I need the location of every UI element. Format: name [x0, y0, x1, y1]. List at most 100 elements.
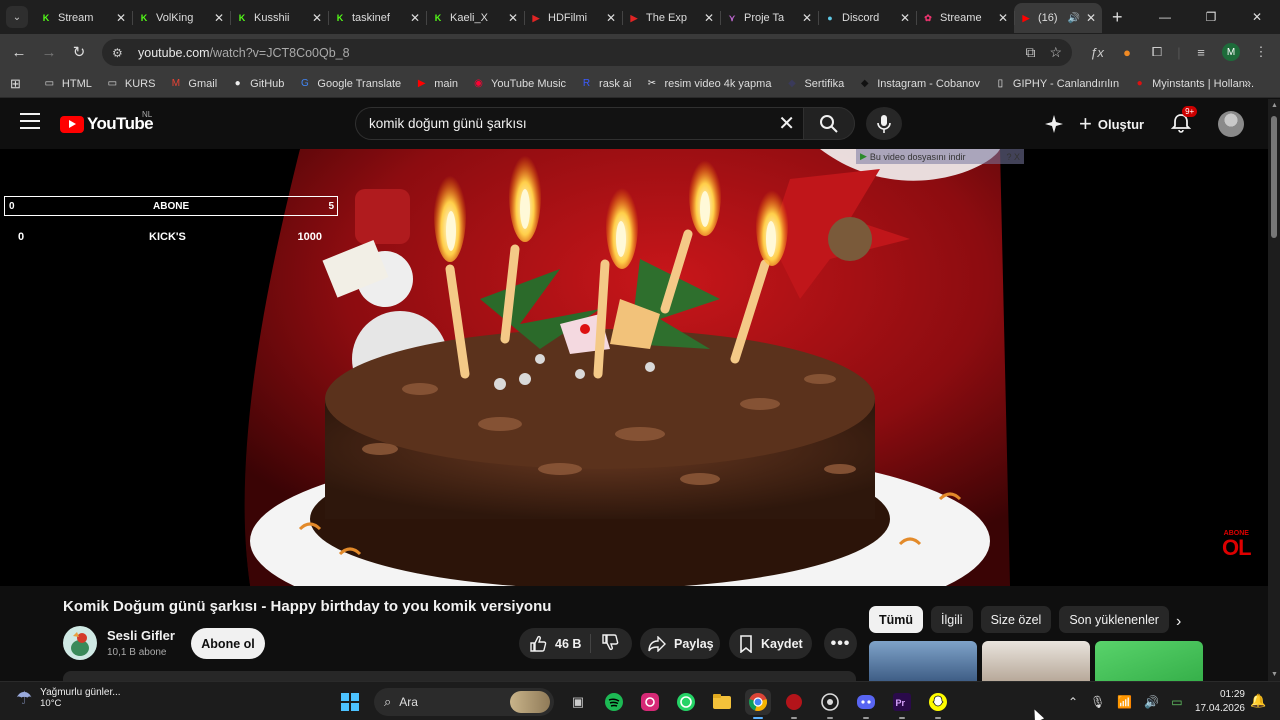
- scroll-up-icon[interactable]: ▲: [1271, 102, 1278, 109]
- browser-tab[interactable]: ● Discord ✕: [818, 3, 916, 33]
- download-bar-controls[interactable]: ? X: [1006, 152, 1020, 162]
- close-tab-icon[interactable]: ✕: [704, 11, 714, 25]
- filter-chip[interactable]: İlgili: [931, 606, 973, 633]
- spotify-icon[interactable]: [601, 689, 627, 715]
- download-video-bar[interactable]: ▶ Bu video dosyasını indir ? X: [856, 149, 1024, 164]
- back-button[interactable]: ←: [4, 44, 34, 61]
- video-player[interactable]: 0 ABONE 5 0 KICK'S 1000 ▶ Bu video dosya…: [0, 149, 1268, 586]
- extension-fx-icon[interactable]: ƒx: [1082, 45, 1112, 60]
- tab-search-button[interactable]: ⌄: [6, 6, 28, 28]
- related-video-thumbnail[interactable]: [982, 641, 1090, 681]
- microphone-tray-icon[interactable]: 🎙: [1090, 695, 1105, 709]
- close-tab-icon[interactable]: ✕: [998, 11, 1008, 25]
- close-tab-icon[interactable]: ✕: [410, 11, 420, 25]
- install-app-icon[interactable]: ⧉: [1025, 44, 1035, 61]
- filter-chip[interactable]: Size özel: [980, 606, 1052, 633]
- related-video-thumbnail[interactable]: [1095, 641, 1203, 681]
- channel-avatar[interactable]: [63, 626, 97, 660]
- bookmarks-overflow-icon[interactable]: »: [1244, 75, 1251, 90]
- youtube-logo[interactable]: YouTube NL: [60, 110, 154, 134]
- media-control-icon[interactable]: ≡: [1186, 45, 1216, 60]
- instagram-icon[interactable]: [637, 689, 663, 715]
- related-video-thumbnail[interactable]: [869, 641, 977, 681]
- subscribe-button[interactable]: Abone ol: [191, 628, 265, 659]
- taskbar-clock[interactable]: 01:29 17.04.2026: [1193, 688, 1245, 716]
- bookmark-item[interactable]: ◆ Instagram - Cobanov: [858, 77, 980, 90]
- speaker-icon[interactable]: 🔊: [1067, 13, 1079, 24]
- dislike-button[interactable]: [601, 633, 619, 654]
- share-button[interactable]: Paylaş: [640, 628, 720, 659]
- voice-search-button[interactable]: [866, 107, 902, 140]
- channel-name[interactable]: Sesli Gifler: [107, 628, 175, 643]
- bookmark-item[interactable]: G Google Translate: [298, 77, 401, 90]
- whatsapp-icon[interactable]: [673, 689, 699, 715]
- description-box[interactable]: [63, 671, 856, 681]
- bookmark-item[interactable]: ▭ KURS: [106, 77, 156, 90]
- bookmark-item[interactable]: ◆ Sertifika: [785, 77, 844, 90]
- apps-grid-icon[interactable]: ⊞: [10, 76, 21, 92]
- weather-widget[interactable]: ☂ Yağmurlu günler... 10°C: [16, 687, 121, 709]
- site-info-icon[interactable]: ⚙: [112, 46, 128, 60]
- like-button[interactable]: 46 B: [519, 634, 591, 653]
- close-tab-icon[interactable]: ✕: [606, 11, 616, 25]
- browser-tab[interactable]: K Kusshii ✕: [230, 3, 328, 33]
- task-view-icon[interactable]: ▣: [565, 689, 591, 715]
- ai-sparkle-icon[interactable]: [1043, 113, 1065, 135]
- address-url[interactable]: youtube.com/watch?v=JCT8Co0Qb_8: [138, 46, 350, 60]
- bookmark-star-icon[interactable]: ☆: [1049, 44, 1062, 61]
- filter-chip[interactable]: Tümü: [869, 606, 924, 633]
- browser-tab[interactable]: K Kaeli_X ✕: [426, 3, 524, 33]
- close-tab-icon[interactable]: ✕: [214, 11, 224, 25]
- reload-button[interactable]: ↻: [64, 43, 94, 61]
- close-tab-icon[interactable]: ✕: [508, 11, 518, 25]
- bookmark-item[interactable]: ✂ resim video 4k yapma: [645, 77, 772, 90]
- minimize-button[interactable]: —: [1142, 0, 1188, 34]
- chrome-icon[interactable]: [745, 689, 771, 719]
- notification-center-icon[interactable]: 🔔: [1250, 693, 1266, 709]
- discord-icon[interactable]: [853, 689, 879, 719]
- taskbar-search[interactable]: ⌕ Ara: [374, 688, 554, 716]
- more-actions-button[interactable]: •••: [824, 628, 857, 659]
- extension-orange-icon[interactable]: ●: [1112, 45, 1142, 60]
- browser-tab[interactable]: ▶ (16) 🔊 ✕: [1014, 3, 1102, 33]
- bookmark-item[interactable]: ◉ YouTube Music: [472, 77, 566, 90]
- close-tab-icon[interactable]: ✕: [116, 11, 126, 25]
- bookmark-item[interactable]: M Gmail: [169, 77, 217, 90]
- create-button[interactable]: + Oluştur: [1079, 111, 1144, 137]
- profile-avatar[interactable]: M: [1216, 43, 1246, 62]
- browser-tab[interactable]: Ktaskinef ✕: [328, 3, 426, 33]
- battery-icon[interactable]: ▭: [1171, 695, 1182, 709]
- scrollbar-thumb[interactable]: [1271, 116, 1277, 238]
- user-avatar[interactable]: [1218, 111, 1245, 137]
- close-tab-icon[interactable]: ✕: [802, 11, 812, 25]
- volume-icon[interactable]: 🔊: [1144, 695, 1159, 709]
- bookmark-item[interactable]: Rrask ai: [580, 77, 632, 90]
- filter-chip[interactable]: Son yüklenenler: [1059, 606, 1169, 633]
- close-window-button[interactable]: ✕: [1234, 0, 1280, 34]
- bookmark-item[interactable]: ● Myinstants | Hollan...: [1133, 77, 1254, 90]
- close-tab-icon[interactable]: ✕: [312, 11, 322, 25]
- menu-icon[interactable]: [20, 113, 40, 134]
- browser-tab[interactable]: ▶ HDFilmi ✕: [524, 3, 622, 33]
- tray-overflow-icon[interactable]: ⌃: [1068, 695, 1078, 709]
- page-scrollbar[interactable]: ▲ ▼: [1268, 99, 1280, 681]
- clear-search-icon[interactable]: ✕: [778, 111, 795, 136]
- red-app-icon[interactable]: [781, 689, 807, 719]
- search-input[interactable]: komik doğum günü şarkısı ✕: [355, 107, 803, 140]
- obs-icon[interactable]: [817, 689, 843, 719]
- search-button[interactable]: [803, 107, 855, 140]
- windows-start-icon[interactable]: [337, 689, 363, 715]
- close-tab-icon[interactable]: ✕: [900, 11, 910, 25]
- notifications-button[interactable]: 9+: [1170, 106, 1198, 136]
- scroll-down-icon[interactable]: ▼: [1271, 671, 1278, 678]
- wifi-icon[interactable]: 📶: [1117, 695, 1132, 709]
- browser-menu-icon[interactable]: ⋮: [1246, 44, 1276, 60]
- restore-button[interactable]: ❐: [1188, 0, 1234, 34]
- bookmark-item[interactable]: ● GitHub: [231, 77, 285, 90]
- save-button[interactable]: Kaydet: [729, 628, 812, 659]
- new-tab-button[interactable]: +: [1112, 7, 1123, 28]
- forward-button[interactable]: →: [34, 44, 64, 61]
- file-explorer-icon[interactable]: [709, 689, 735, 715]
- browser-tab[interactable]: K Stream ✕: [34, 3, 132, 33]
- browser-tab[interactable]: ✿ Streame ✕: [916, 3, 1014, 33]
